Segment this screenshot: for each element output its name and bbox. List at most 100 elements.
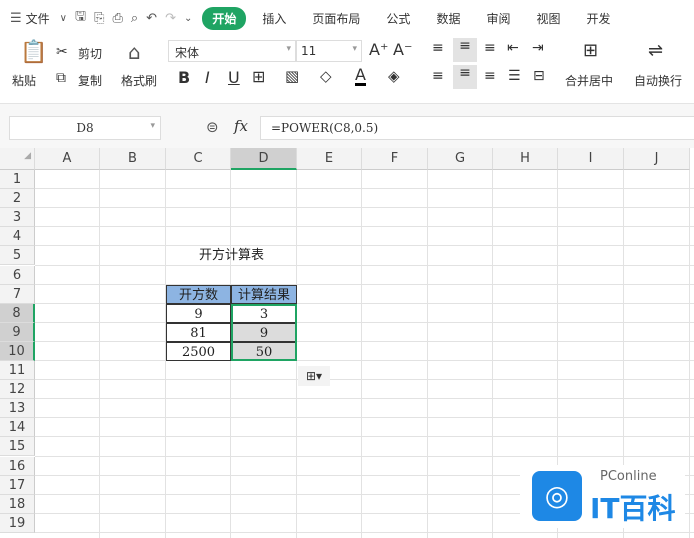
row-header-8[interactable]: 8 xyxy=(0,303,35,323)
align-middle-icon[interactable]: ≡ xyxy=(453,38,477,62)
bold-button[interactable]: B xyxy=(178,68,190,87)
cell-style-icon[interactable]: ▧ xyxy=(285,67,299,85)
justify-icon[interactable]: ☰ xyxy=(508,68,521,84)
font-color-icon[interactable]: A xyxy=(355,67,366,86)
decrease-font-icon[interactable]: A⁻ xyxy=(393,40,412,59)
table-header-cell[interactable]: 计算结果 xyxy=(231,284,297,304)
tab-page-layout[interactable]: 页面布局 xyxy=(302,7,370,30)
column-header-G[interactable]: G xyxy=(428,148,493,170)
tab-formulas[interactable]: 公式 xyxy=(376,7,420,30)
table-header-cell[interactable]: 开方数 xyxy=(166,284,231,304)
align-bottom-icon[interactable]: ≡ xyxy=(484,40,496,56)
row-header-12[interactable]: 12 xyxy=(0,380,35,400)
gridline xyxy=(492,170,493,538)
align-center-icon[interactable]: ≡ xyxy=(453,65,477,89)
column-header-C[interactable]: C xyxy=(166,148,231,170)
undo-icon[interactable]: ↶ xyxy=(146,11,157,26)
row-header-5[interactable]: 5 xyxy=(0,246,35,266)
tab-data[interactable]: 数据 xyxy=(426,7,470,30)
merge-icon[interactable]: ⊞ xyxy=(583,40,598,61)
more-icon[interactable]: ⌄ xyxy=(184,13,192,24)
row-header-4[interactable]: 4 xyxy=(0,227,35,247)
copy-icon[interactable]: ⧉ xyxy=(56,70,66,86)
formula-input[interactable]: =POWER(C8,0.5) xyxy=(260,116,694,140)
menu-bar: ☰ 文件 ∨ 🖫 ⎘ ⎙ ⌕ ↶ ↷ ⌄ 开始 插入 页面布局 公式 数据 审阅… xyxy=(0,0,694,36)
export-icon[interactable]: ⎘ xyxy=(94,11,104,26)
row-header-3[interactable]: 3 xyxy=(0,208,35,228)
row-header-7[interactable]: 7 xyxy=(0,284,35,304)
file-menu[interactable]: 文件 xyxy=(26,10,50,27)
column-header-I[interactable]: I xyxy=(558,148,624,170)
column-header-F[interactable]: F xyxy=(362,148,428,170)
row-header-2[interactable]: 2 xyxy=(0,189,35,209)
merge-center-button[interactable]: 合并居中 xyxy=(565,72,613,89)
format-painter-button[interactable]: 格式刷 xyxy=(121,72,157,89)
increase-font-icon[interactable]: A⁺ xyxy=(369,40,388,59)
input-cell[interactable]: 2500 xyxy=(166,341,231,361)
tab-insert[interactable]: 插入 xyxy=(252,7,296,30)
row-header-9[interactable]: 9 xyxy=(0,322,35,342)
column-header-H[interactable]: H xyxy=(493,148,558,170)
align-right-icon[interactable]: ≡ xyxy=(484,68,496,84)
cut-icon[interactable]: ✂ xyxy=(56,44,68,60)
cut-button[interactable]: 剪切 xyxy=(78,45,102,62)
hamburger-icon[interactable]: ☰ xyxy=(10,11,22,26)
font-name-select[interactable]: 宋体 ▾ xyxy=(168,40,296,62)
row-header-10[interactable]: 10 xyxy=(0,341,35,361)
row-header-1[interactable]: 1 xyxy=(0,170,35,190)
copy-button[interactable]: 复制 xyxy=(78,72,102,89)
indent-icon[interactable]: ⇥ xyxy=(532,40,544,56)
result-cell[interactable]: 3 xyxy=(231,303,297,323)
tab-developer[interactable]: 开发 xyxy=(576,7,620,30)
column-header-A[interactable]: A xyxy=(35,148,100,170)
result-cell[interactable]: 9 xyxy=(231,322,297,342)
column-header-E[interactable]: E xyxy=(297,148,362,170)
print-preview-icon[interactable]: ⌕ xyxy=(131,11,138,26)
row-header-6[interactable]: 6 xyxy=(0,265,35,285)
italic-button[interactable]: I xyxy=(205,68,210,87)
fill-color-icon[interactable]: ◇ xyxy=(320,67,332,85)
save-icon[interactable]: 🖫 xyxy=(75,7,86,29)
border-icon[interactable]: ⊞ xyxy=(252,67,265,86)
row-header-16[interactable]: 16 xyxy=(0,456,35,476)
gridline xyxy=(35,302,694,304)
paste-button[interactable]: 粘贴 xyxy=(12,72,36,89)
paste-icon[interactable]: 📋 xyxy=(20,40,47,65)
result-cell[interactable]: 50 xyxy=(231,341,297,361)
row-header-15[interactable]: 15 xyxy=(0,437,35,457)
format-painter-icon[interactable]: ⌂ xyxy=(128,40,141,64)
wrap-text-icon[interactable]: ⇌ xyxy=(648,40,663,61)
redo-icon[interactable]: ↷ xyxy=(165,11,176,26)
input-cell[interactable]: 81 xyxy=(166,322,231,342)
row-header-18[interactable]: 18 xyxy=(0,494,35,514)
underline-button[interactable]: U xyxy=(228,68,240,87)
gridline xyxy=(35,379,694,381)
table-title[interactable]: 开方计算表 xyxy=(166,246,297,265)
select-all-corner[interactable]: ◢ xyxy=(0,148,35,170)
row-header-11[interactable]: 11 xyxy=(0,361,35,381)
clear-icon[interactable]: ◈ xyxy=(388,67,400,85)
row-header-13[interactable]: 13 xyxy=(0,399,35,419)
align-top-icon[interactable]: ≡ xyxy=(432,40,444,56)
align-left-icon[interactable]: ≡ xyxy=(432,68,444,84)
column-header-D[interactable]: D xyxy=(231,148,297,170)
row-header-19[interactable]: 19 xyxy=(0,513,35,533)
paste-options-icon[interactable]: ⊞▾ xyxy=(298,366,330,386)
name-box[interactable]: D8 ▾ xyxy=(9,116,161,140)
row-header-17[interactable]: 17 xyxy=(0,475,35,495)
print-icon[interactable]: ⎙ xyxy=(112,11,122,26)
wrap-text-button[interactable]: 自动换行 xyxy=(634,72,682,89)
zoom-search-icon[interactable]: ⊜ xyxy=(206,118,219,136)
input-cell[interactable]: 9 xyxy=(166,303,231,323)
distributed-icon[interactable]: ⊟ xyxy=(533,68,545,84)
row-header-14[interactable]: 14 xyxy=(0,418,35,438)
fx-icon[interactable]: fx xyxy=(234,117,248,135)
outdent-icon[interactable]: ⇤ xyxy=(507,40,519,56)
column-header-J[interactable]: J xyxy=(624,148,690,170)
chevron-down-icon[interactable]: ∨ xyxy=(60,13,67,24)
tab-view[interactable]: 视图 xyxy=(526,7,570,30)
tab-review[interactable]: 审阅 xyxy=(476,7,520,30)
tab-home[interactable]: 开始 xyxy=(202,6,247,30)
font-size-select[interactable]: 11 ▾ xyxy=(296,40,362,62)
column-header-B[interactable]: B xyxy=(100,148,166,170)
